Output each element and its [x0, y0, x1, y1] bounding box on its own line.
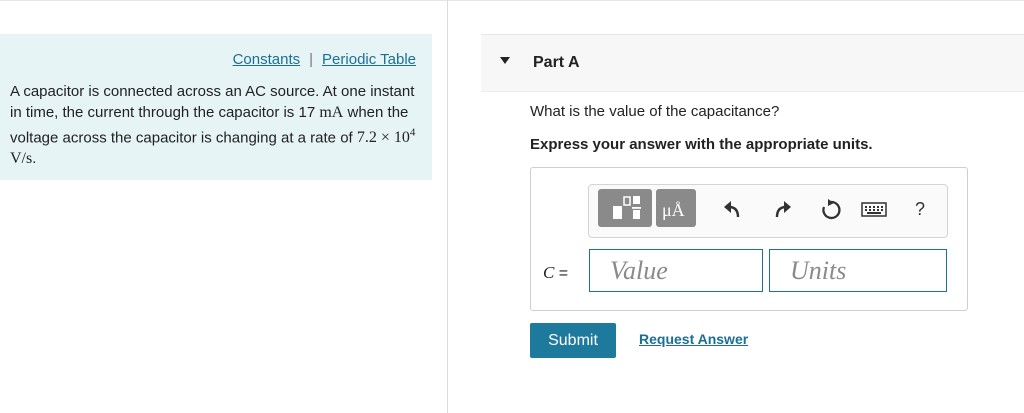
units-button[interactable]: μÅ: [656, 189, 696, 227]
rate-mantissa: 7.2 × 10: [356, 129, 410, 147]
units-symbol: μÅ: [662, 200, 685, 220]
submit-button[interactable]: Submit: [530, 323, 616, 358]
part-a-header[interactable]: Part A: [481, 34, 1024, 92]
instruction-text: Express your answer with the appropriate…: [530, 136, 873, 153]
reset-icon[interactable]: [819, 198, 843, 222]
resource-links: Constants | Periodic Table: [233, 51, 416, 68]
rate-exponent: 4: [409, 127, 416, 139]
variable-c: C: [543, 263, 555, 282]
problem-text-3: .: [32, 149, 37, 167]
units-input[interactable]: [769, 249, 947, 292]
part-title: Part A: [533, 54, 580, 71]
keyboard-icon[interactable]: [861, 202, 887, 218]
link-separator: |: [309, 51, 314, 68]
top-border: [0, 0, 1024, 1]
equals-sign: =: [554, 265, 569, 282]
value-input[interactable]: [589, 249, 763, 292]
redo-icon[interactable]: [772, 199, 794, 221]
templates-button[interactable]: [598, 189, 652, 227]
collapse-caret-icon[interactable]: [500, 57, 510, 64]
constants-link[interactable]: Constants: [233, 51, 301, 68]
problem-text: A capacitor is connected across an AC so…: [10, 82, 422, 169]
rate-unit: V/s: [10, 149, 33, 167]
answer-box: μÅ ? C =: [530, 167, 968, 311]
undo-icon[interactable]: [721, 199, 743, 221]
panel-divider: [447, 0, 448, 413]
templates-icon: [613, 196, 641, 219]
periodic-table-link[interactable]: Periodic Table: [322, 51, 416, 68]
help-button[interactable]: ?: [915, 199, 925, 220]
answer-label: C =: [543, 263, 568, 283]
math-toolbar: μÅ ?: [588, 184, 948, 238]
unit-ma: mA: [319, 103, 344, 121]
question-text: What is the value of the capacitance?: [530, 103, 780, 120]
request-answer-link[interactable]: Request Answer: [639, 331, 748, 347]
problem-panel: Constants | Periodic Table A capacitor is …: [0, 34, 432, 180]
